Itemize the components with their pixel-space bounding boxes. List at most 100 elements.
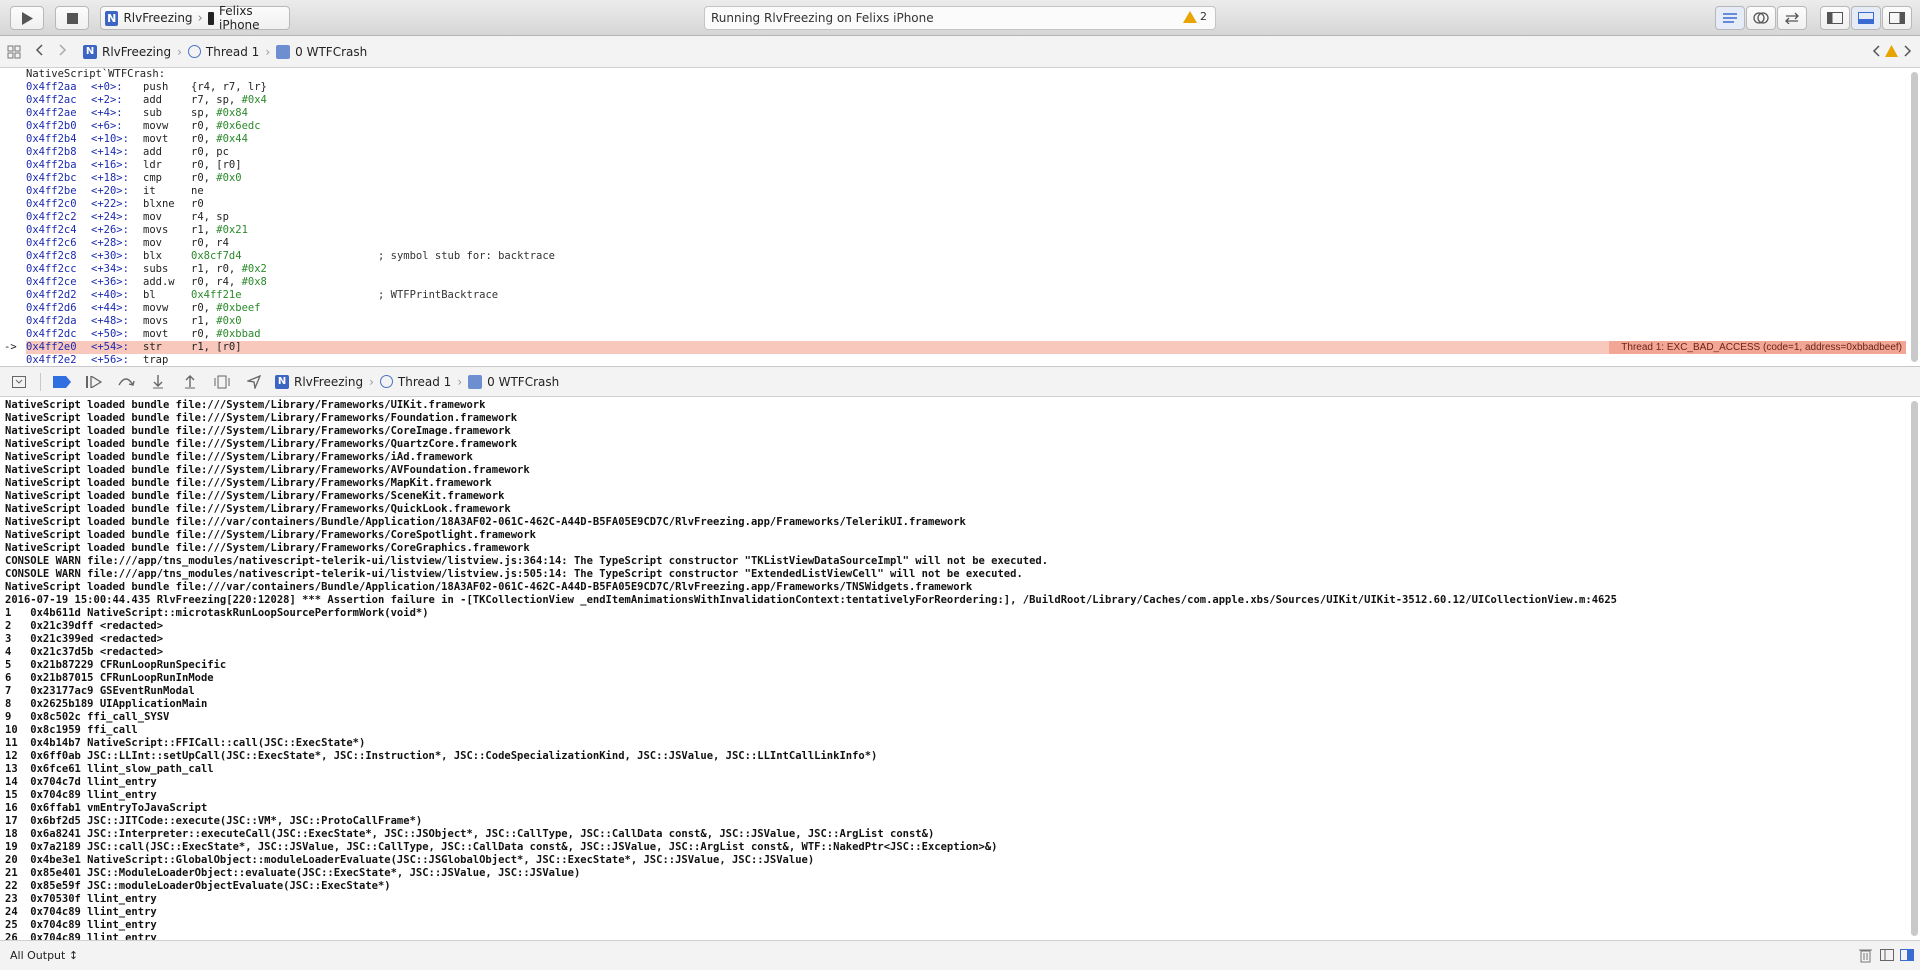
console-line: 3 0x21c399ed <redacted>	[5, 633, 164, 645]
breadcrumb-frame[interactable]: 0 WTFCrash	[276, 44, 368, 59]
previous-issue-button[interactable]	[1872, 45, 1880, 60]
instruction-offset: <+24>:	[91, 211, 129, 223]
back-button[interactable]	[35, 44, 43, 59]
breadcrumb-frame-label: 0 WTFCrash	[295, 44, 368, 59]
instruction-mnemonic: movw	[143, 302, 169, 314]
instruction-line[interactable]: 0x4ff2bc <+18>: cmp r0, #0x0	[26, 172, 1906, 185]
continue-button[interactable]	[83, 372, 105, 392]
forward-button[interactable]	[59, 44, 67, 59]
instruction-immediate: #0x2	[241, 263, 267, 275]
step-over-button[interactable]	[115, 372, 137, 392]
console-line: 20 0x4be3e1 NativeScript::GlobalObject::…	[5, 854, 815, 866]
version-editor-button[interactable]	[1777, 6, 1807, 30]
disassembly-code: NativeScript`WTFCrash: 0x4ff2aa <+0>: push…	[4, 68, 1906, 366]
right-pane-icon	[1900, 949, 1914, 961]
instruction-line[interactable]: 0x4ff2c8 <+30>: blx 0x8cf7d4 ; symbol stub f…	[26, 250, 1906, 263]
chevron-left-icon	[35, 44, 43, 56]
instruction-offset: <+18>:	[91, 172, 129, 184]
instruction-line[interactable]: 0x4ff2e2 <+56>: trap	[26, 354, 1906, 366]
utilities-toggle-button[interactable]	[1882, 6, 1912, 30]
show-variables-button[interactable]	[1880, 949, 1894, 964]
instruction-address: 0x4ff2ae	[26, 107, 77, 119]
bottom-panel-icon	[1858, 12, 1874, 24]
warning-indicator[interactable]: 2	[1183, 10, 1207, 23]
current-instruction-line[interactable]: -> 0x4ff2e0 <+54>: str r1, [r0] Thread 1: EXC…	[4, 341, 1906, 354]
console-output[interactable]: NativeScript loaded bundle file:///Syste…	[0, 397, 1920, 940]
instruction-immediate: #0x0	[216, 315, 242, 327]
stack-frame-icon	[276, 44, 291, 59]
instruction-line[interactable]: 0x4ff2ba <+16>: ldr r0, [r0]	[26, 159, 1906, 172]
debug-breadcrumb-app[interactable]: N RlvFreezing	[275, 374, 363, 389]
instruction-line[interactable]: 0x4ff2da <+48>: movs r1, #0x0	[26, 315, 1906, 328]
breadcrumb-app[interactable]: N RlvFreezing	[83, 44, 171, 59]
chevron-right-icon: ›	[457, 374, 463, 389]
instruction-mnemonic: movt	[143, 133, 169, 145]
instruction-line[interactable]: 0x4ff2d6 <+44>: movw r0, #0xbeef	[26, 302, 1906, 315]
app-icon: N	[105, 10, 119, 26]
related-items-button[interactable]	[7, 45, 21, 59]
instruction-line[interactable]: 0x4ff2d2 <+40>: bl 0x4ff21e ; WTFPrintBacktr…	[26, 289, 1906, 302]
instruction-line[interactable]: 0x4ff2c2 <+24>: mov r4, sp	[26, 211, 1906, 224]
console-line: 8 0x2625b189 UIApplicationMain	[5, 698, 208, 710]
console-line: 2 0x21c39dff <redacted>	[5, 620, 164, 632]
stack-frame-icon	[468, 374, 483, 389]
instruction-line[interactable]: 0x4ff2c4 <+26>: movs r1, #0x21	[26, 224, 1906, 237]
disassembly-editor[interactable]: NativeScript`WTFCrash: 0x4ff2aa <+0>: push…	[0, 68, 1920, 367]
simulate-location-button[interactable]	[243, 372, 265, 392]
instruction-line[interactable]: 0x4ff2dc <+50>: movt r0, #0xbbad	[26, 328, 1906, 341]
console-line: 10 0x8c1959 ffi_call	[5, 724, 138, 736]
instruction-line[interactable]: 0x4ff2c0 <+22>: blxne r0	[26, 198, 1906, 211]
instruction-line[interactable]: 0x4ff2ae <+4>: sub sp, #0x84	[26, 107, 1906, 120]
instruction-address: 0x4ff2e2	[26, 354, 77, 366]
instruction-mnemonic: subs	[143, 263, 169, 275]
breakpoints-toggle-button[interactable]	[51, 372, 73, 392]
instruction-address: 0x4ff2b8	[26, 146, 77, 158]
editor-scrollbar[interactable]	[1911, 72, 1918, 362]
line-gutter[interactable]	[0, 68, 18, 366]
step-into-icon	[153, 374, 163, 388]
instruction-line[interactable]: 0x4ff2b0 <+6>: movw r0, #0x6edc	[26, 120, 1906, 133]
console-line: NativeScript loaded bundle file:///var/c…	[5, 516, 966, 528]
instruction-line[interactable]: 0x4ff2aa <+0>: push {r4, r7, lr}	[26, 81, 1906, 94]
instruction-line[interactable]: 0x4ff2be <+20>: it ne	[26, 185, 1906, 198]
step-into-button[interactable]	[147, 372, 169, 392]
chevron-right-icon: ›	[369, 374, 374, 389]
instruction-line[interactable]: 0x4ff2cc <+34>: subs r1, r0, #0x2	[26, 263, 1906, 276]
stop-button[interactable]	[55, 6, 89, 30]
instruction-operands: r0, [r0]	[191, 159, 242, 171]
instruction-line[interactable]: 0x4ff2c6 <+28>: mov r0, r4	[26, 237, 1906, 250]
instruction-mnemonic: movw	[143, 120, 169, 132]
clear-console-button[interactable]	[1859, 948, 1872, 966]
instruction-line[interactable]: 0x4ff2b4 <+10>: movt r0, #0x44	[26, 133, 1906, 146]
debug-area-toggle-button[interactable]	[1851, 6, 1881, 30]
standard-editor-button[interactable]	[1715, 6, 1745, 30]
instruction-operands: r1, [r0]	[191, 341, 242, 353]
instruction-mnemonic: bl	[143, 289, 156, 301]
show-console-button[interactable]	[1900, 949, 1914, 964]
debug-breadcrumb-frame[interactable]: 0 WTFCrash	[468, 374, 559, 389]
debug-breadcrumb-thread[interactable]: Thread 1	[379, 375, 451, 389]
instruction-address: 0x4ff2d2	[26, 289, 77, 301]
instruction-offset: <+4>:	[91, 107, 123, 119]
navigator-toggle-button[interactable]	[1820, 6, 1850, 30]
issue-warning-button[interactable]	[1885, 45, 1898, 60]
view-hierarchy-button[interactable]	[211, 372, 233, 392]
console-scrollbar[interactable]	[1911, 401, 1918, 936]
breadcrumb-thread[interactable]: Thread 1	[187, 45, 259, 59]
step-out-button[interactable]	[179, 372, 201, 392]
assistant-editor-button[interactable]	[1746, 6, 1776, 30]
console-line: 21 0x85e401 JSC::ModuleLoaderObject::eva…	[5, 867, 581, 879]
instruction-address: 0x4ff2e0	[26, 341, 77, 353]
run-button[interactable]	[10, 6, 44, 30]
next-issue-button[interactable]	[1904, 45, 1912, 60]
hide-debug-area-button[interactable]	[8, 372, 30, 392]
instruction-line[interactable]: 0x4ff2b8 <+14>: add r0, pc	[26, 146, 1906, 159]
instruction-line[interactable]: 0x4ff2ce <+36>: add.w r0, r4, #0x8	[26, 276, 1906, 289]
instruction-comment: ; symbol stub for: backtrace	[378, 250, 556, 262]
console-line: NativeScript loaded bundle file:///Syste…	[5, 464, 530, 476]
scheme-selector[interactable]: N RlvFreezing › Felixs iPhone	[100, 4, 290, 32]
instruction-mnemonic: blxne	[143, 198, 175, 210]
instruction-line[interactable]: 0x4ff2ac <+2>: add r7, sp, #0x4	[26, 94, 1906, 107]
output-filter-select[interactable]: All Output ↕	[10, 949, 78, 962]
instruction-address: 0x4ff2cc	[26, 263, 77, 275]
